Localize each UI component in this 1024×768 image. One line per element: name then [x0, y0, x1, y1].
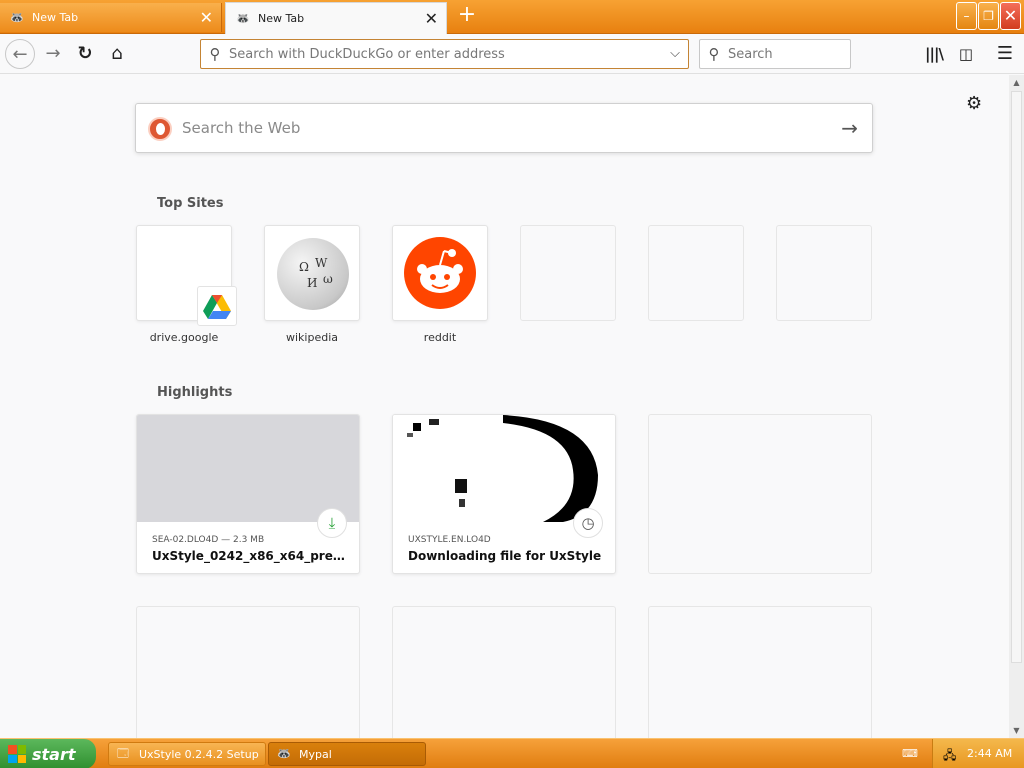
- arrow-right-icon[interactable]: →: [841, 116, 858, 140]
- highlights-heading: Highlights: [157, 385, 233, 400]
- tab-new-tab-2[interactable]: 🦝 New Tab ✕: [225, 2, 447, 34]
- wikipedia-globe-icon: Ω W И ω: [277, 238, 349, 310]
- search-icon: ⚲: [708, 45, 720, 63]
- highlight-title: Downloading file for UxStyle: [408, 549, 602, 563]
- close-tab-icon[interactable]: ✕: [425, 10, 438, 27]
- top-site-empty[interactable]: [648, 225, 744, 321]
- highlight-source: SEA-02.DLO4D — 2.3 MB: [152, 535, 265, 545]
- scrollbar-thumb[interactable]: [1011, 91, 1022, 663]
- web-search-placeholder: Search the Web: [182, 119, 301, 137]
- vertical-scrollbar[interactable]: ▲ ▼: [1009, 75, 1024, 738]
- tab-label: New Tab: [258, 12, 305, 25]
- home-icon[interactable]: ⌂: [102, 39, 132, 69]
- gear-icon[interactable]: ⚙: [966, 93, 982, 114]
- clock-icon: ◷: [573, 508, 603, 538]
- search-icon: ⚲: [209, 45, 221, 63]
- keyboard-icon[interactable]: ⌨: [902, 747, 918, 761]
- taskbar-item-label: Mypal: [299, 747, 332, 761]
- forward-arrow-icon[interactable]: →: [38, 39, 68, 69]
- sidebar-toggle-icon[interactable]: ◫: [954, 42, 978, 66]
- mypal-favicon-icon: 🦝: [10, 10, 24, 24]
- address-input[interactable]: [229, 46, 649, 62]
- new-tab-plus-icon[interactable]: +: [454, 3, 480, 29]
- highlight-card[interactable]: ⤓ SEA-02.DLO4D — 2.3 MB UxStyle_0242_x86…: [136, 414, 360, 574]
- chevron-down-icon[interactable]: ⌵: [670, 46, 680, 61]
- highlight-card[interactable]: ◷ UXSTYLE.EN.LO4D Downloading file for U…: [392, 414, 616, 574]
- duckduckgo-logo-icon: [148, 117, 172, 141]
- system-tray: 🖧 2:44 AM: [932, 739, 1024, 768]
- search-input[interactable]: [728, 46, 838, 62]
- top-site-label: wikipedia: [285, 331, 338, 344]
- clock: 2:44 AM: [967, 747, 1013, 760]
- library-icon[interactable]: |||\: [922, 42, 946, 66]
- windows-flag-icon: [8, 745, 26, 763]
- taskbar-item-mypal[interactable]: 🦝 Mypal: [268, 742, 426, 766]
- download-icon: ⤓: [317, 508, 347, 538]
- navigation-toolbar: ← → ↻ ⌂ ⚲ ⌵ ⚲ |||\ ◫ ☰: [0, 34, 1024, 74]
- close-tab-icon[interactable]: ✕: [200, 9, 213, 26]
- tab-label: New Tab: [32, 11, 79, 24]
- highlight-card-empty: [648, 414, 872, 574]
- hamburger-menu-icon[interactable]: ☰: [993, 42, 1017, 66]
- top-site-empty[interactable]: [520, 225, 616, 321]
- highlight-source: UXSTYLE.EN.LO4D: [408, 535, 491, 545]
- top-site-label: reddit: [423, 331, 457, 344]
- taskbar-item-uxstyle-setup[interactable]: 🗔 UxStyle 0.2.4.2 Setup: [108, 742, 266, 766]
- close-window-button[interactable]: ✕: [1000, 2, 1021, 30]
- search-bar[interactable]: ⚲: [699, 39, 851, 69]
- maximize-button[interactable]: ❐: [978, 2, 999, 30]
- back-arrow-icon[interactable]: ←: [5, 39, 35, 69]
- tab-new-tab-1[interactable]: 🦝 New Tab ✕: [0, 3, 222, 32]
- top-sites-heading: Top Sites: [157, 196, 224, 211]
- top-site-label: drive.google: [149, 331, 219, 344]
- start-button[interactable]: start: [0, 739, 96, 768]
- new-tab-page: ⚙ Search the Web → Top Sites drive.googl…: [0, 75, 1009, 766]
- top-site-wikipedia[interactable]: Ω W И ω: [264, 225, 360, 321]
- highlight-title: UxStyle_0242_x86_x64_preview...: [152, 549, 352, 563]
- reload-icon[interactable]: ↻: [70, 39, 100, 69]
- top-site-drive-google[interactable]: [136, 225, 237, 326]
- start-label: start: [32, 744, 76, 764]
- mypal-app-icon: 🦝: [277, 747, 291, 760]
- setup-app-icon: 🗔: [117, 747, 129, 760]
- reddit-icon: [404, 237, 476, 309]
- mypal-favicon-icon: 🦝: [236, 11, 250, 25]
- scroll-up-arrow-icon[interactable]: ▲: [1009, 75, 1024, 90]
- highlight-thumbnail: [137, 415, 359, 522]
- google-drive-icon: [197, 286, 237, 326]
- top-site-empty[interactable]: [776, 225, 872, 321]
- minimize-button[interactable]: –: [956, 2, 977, 30]
- scroll-down-arrow-icon[interactable]: ▼: [1009, 723, 1024, 738]
- title-bar: 🦝 New Tab ✕ 🦝 New Tab ✕ + – ❐ ✕: [0, 0, 1024, 34]
- taskbar-item-label: UxStyle 0.2.4.2 Setup: [139, 747, 259, 761]
- network-icon[interactable]: 🖧: [943, 746, 959, 762]
- web-search-box[interactable]: Search the Web →: [135, 103, 873, 153]
- address-bar[interactable]: ⚲ ⌵: [200, 39, 689, 69]
- top-site-reddit[interactable]: [392, 225, 488, 321]
- highlight-thumbnail: [393, 415, 615, 522]
- taskbar: start 🗔 UxStyle 0.2.4.2 Setup 🦝 Mypal ⌨ …: [0, 738, 1024, 768]
